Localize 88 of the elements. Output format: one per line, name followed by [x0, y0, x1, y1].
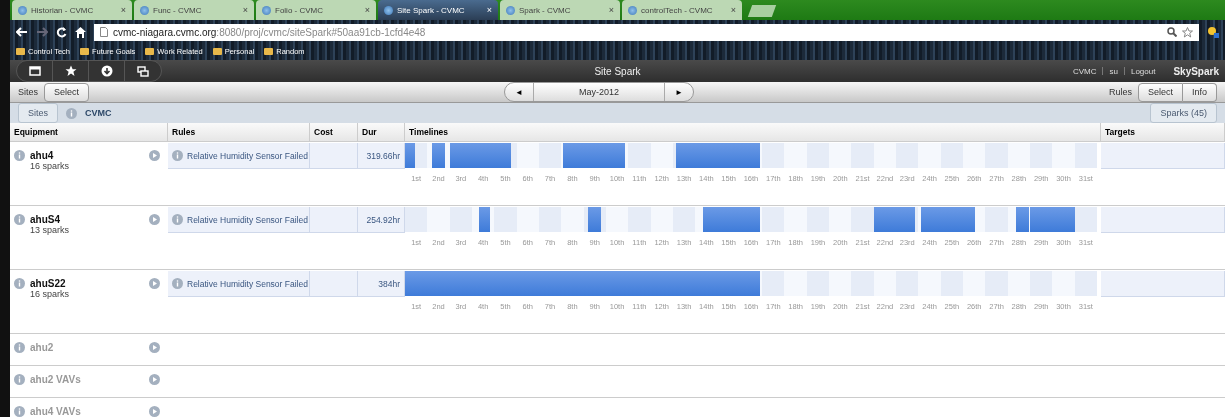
globe-icon: [506, 5, 515, 15]
globe-icon: [628, 5, 637, 15]
close-icon[interactable]: ×: [608, 5, 614, 15]
column-header[interactable]: Rules: [168, 123, 310, 141]
info-icon[interactable]: [14, 150, 25, 161]
column-header[interactable]: Dur: [358, 123, 405, 141]
cost-cell: [310, 143, 358, 169]
info-icon[interactable]: [172, 150, 183, 161]
page-title: Site Spark: [593, 65, 642, 77]
play-icon[interactable]: [149, 278, 160, 289]
info-icon[interactable]: [172, 214, 183, 225]
sites-button[interactable]: Sites: [18, 103, 58, 123]
spark-count: 16 sparks: [30, 161, 71, 171]
close-icon[interactable]: ×: [242, 5, 248, 15]
tab-title: Site Spark - CVMC: [397, 5, 466, 15]
column-header[interactable]: Timelines: [405, 123, 1101, 141]
duration-cell: 319.66hr: [358, 143, 405, 169]
tab-title: Func - CVMC: [153, 5, 203, 15]
play-icon[interactable]: [149, 406, 160, 417]
play-icon[interactable]: [149, 150, 160, 161]
rules-label: Rules: [1108, 87, 1132, 97]
equipment-name[interactable]: ahu4: [30, 150, 144, 161]
next-button[interactable]: ►: [665, 83, 693, 101]
tab-title: Historian - CVMC: [31, 5, 95, 15]
cost-cell: [310, 207, 358, 233]
home-icon[interactable]: [75, 26, 86, 38]
spark-count: 16 sparks: [30, 289, 71, 299]
browser-tab[interactable]: controlTech - CVMC ×: [622, 0, 742, 20]
spark-count: 13 sparks: [30, 225, 71, 235]
duration-cell: 254.92hr: [358, 207, 405, 233]
play-icon[interactable]: [149, 342, 160, 353]
site-name[interactable]: CVMC: [85, 108, 112, 118]
address-bar[interactable]: cvmc-niagara.cvmc.org:8080/proj/cvmc/siteSpark#50aa91cb-1cfd4e48: [94, 23, 1199, 41]
forward-icon[interactable]: [36, 27, 48, 37]
info-icon[interactable]: [14, 406, 25, 417]
header-link[interactable]: CVMC: [1072, 66, 1097, 76]
star-icon[interactable]: [1182, 26, 1193, 38]
tab-title: controlTech - CVMC: [641, 5, 714, 15]
close-icon[interactable]: ×: [486, 5, 492, 15]
column-header[interactable]: Equipment: [10, 123, 168, 141]
info-icon[interactable]: [14, 278, 25, 289]
cost-cell: [310, 271, 358, 297]
reload-icon[interactable]: [56, 26, 67, 38]
column-header[interactable]: Targets: [1101, 123, 1225, 141]
close-icon[interactable]: ×: [120, 5, 126, 15]
play-icon[interactable]: [149, 374, 160, 385]
equipment-name[interactable]: ahuS22: [30, 278, 144, 289]
info-icon[interactable]: [66, 107, 77, 119]
sparks-button[interactable]: Sparks (45): [1150, 103, 1217, 123]
header-link[interactable]: su: [1109, 66, 1118, 76]
new-tab-button[interactable]: [747, 5, 777, 17]
info-icon[interactable]: [172, 278, 183, 289]
play-icon[interactable]: [149, 214, 160, 225]
globe-icon: [140, 5, 149, 15]
page-icon: [100, 27, 108, 37]
rule-cell[interactable]: Relative Humidity Sensor Failed: [168, 271, 310, 297]
rule-cell[interactable]: Relative Humidity Sensor Failed: [168, 207, 310, 233]
month-label: May-2012: [533, 83, 665, 101]
duration-cell: 384hr: [358, 271, 405, 297]
equipment-name[interactable]: ahuS4: [30, 214, 144, 225]
header-link[interactable]: Logout: [1130, 66, 1156, 76]
tab-title: Spark - CVMC: [519, 5, 572, 15]
browser-tab[interactable]: Func - CVMC ×: [134, 0, 254, 20]
brand-name: SkySpark: [1173, 65, 1219, 77]
close-icon[interactable]: ×: [364, 5, 370, 15]
column-header[interactable]: Cost: [310, 123, 358, 141]
close-icon[interactable]: ×: [730, 5, 736, 15]
info-icon[interactable]: [14, 214, 25, 225]
browser-tab[interactable]: Folio - CVMC ×: [256, 0, 376, 20]
back-icon[interactable]: [16, 27, 28, 37]
rules-button[interactable]: Select: [1138, 82, 1183, 102]
globe-icon: [262, 5, 271, 15]
select-button[interactable]: Select: [44, 82, 90, 102]
sites-label: Sites: [18, 87, 38, 97]
browser-tab[interactable]: Site Spark - CVMC ×: [378, 0, 498, 20]
browser-tab[interactable]: Spark - CVMC ×: [500, 0, 620, 20]
info-icon[interactable]: [14, 374, 25, 385]
browser-tab[interactable]: Historian - CVMC ×: [12, 0, 132, 20]
extension-icon[interactable]: [1207, 26, 1219, 38]
search-icon[interactable]: [1167, 27, 1177, 37]
globe-icon: [18, 5, 27, 15]
tab-title: Folio - CVMC: [275, 5, 324, 15]
rules-button[interactable]: Info: [1183, 82, 1217, 102]
info-icon[interactable]: [14, 342, 25, 353]
globe-icon: [384, 5, 393, 15]
rule-cell[interactable]: Relative Humidity Sensor Failed: [168, 143, 310, 169]
url-text: cvmc-niagara.cvmc.org:8080/proj/cvmc/siteSpark#50aa91cb-1cfd4e48: [113, 26, 426, 38]
previous-button[interactable]: ◄: [505, 83, 533, 101]
